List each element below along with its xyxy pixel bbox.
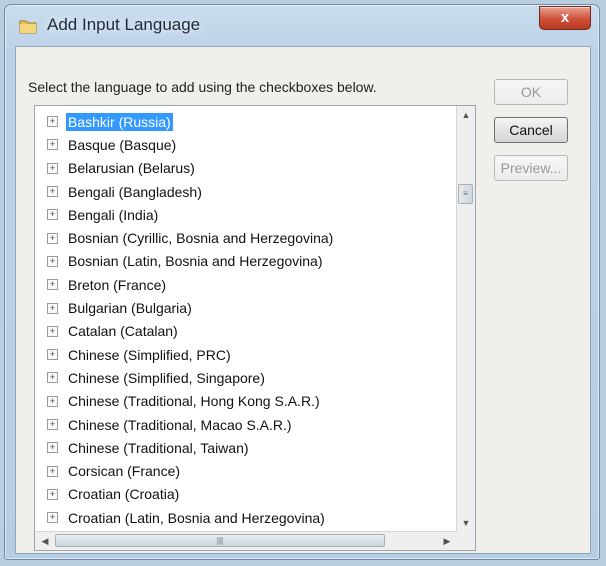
expand-icon[interactable]: + bbox=[47, 488, 58, 500]
ok-button[interactable]: OK bbox=[494, 79, 568, 105]
expand-icon[interactable]: + bbox=[47, 465, 58, 477]
language-label: Belarusian (Belarus) bbox=[68, 160, 195, 177]
chevron-down-icon[interactable]: ▼ bbox=[457, 514, 475, 532]
language-item[interactable]: + Bengali (India) bbox=[35, 203, 457, 226]
dialog-window: Add Input Language x Select the language… bbox=[4, 4, 600, 560]
language-label: Bashkir (Russia) bbox=[66, 112, 173, 131]
language-label: Chinese (Simplified, PRC) bbox=[68, 346, 231, 363]
language-item[interactable]: + Bulgarian (Bulgaria) bbox=[35, 296, 457, 319]
language-label: Catalan (Catalan) bbox=[68, 323, 178, 340]
language-item[interactable]: + Croatian (Latin, Bosnia and Herzegovina… bbox=[35, 506, 457, 529]
expand-icon[interactable]: + bbox=[47, 349, 58, 361]
language-item[interactable]: + Bengali (Bangladesh) bbox=[35, 180, 457, 203]
language-item[interactable]: + Chinese (Traditional, Macao S.A.R.) bbox=[35, 413, 457, 436]
chevron-left-icon[interactable]: ◀ bbox=[37, 532, 53, 550]
language-label: Breton (France) bbox=[68, 276, 167, 293]
expand-icon[interactable]: + bbox=[47, 279, 58, 291]
window-title: Add Input Language bbox=[47, 15, 201, 34]
language-label: Bulgarian (Bulgaria) bbox=[68, 300, 192, 317]
language-item[interactable]: + Croatian (Croatia) bbox=[35, 483, 457, 506]
instruction-text: Select the language to add using the che… bbox=[28, 79, 377, 95]
chevron-right-icon[interactable]: ▶ bbox=[439, 532, 455, 550]
vertical-scroll-thumb[interactable]: ≡ bbox=[458, 184, 473, 204]
expand-icon[interactable]: + bbox=[47, 419, 58, 430]
expand-icon[interactable]: + bbox=[47, 162, 58, 174]
dialog-client-area: Select the language to add using the che… bbox=[15, 46, 591, 554]
expand-icon[interactable]: + bbox=[47, 372, 58, 384]
language-item[interactable]: + Bosnian (Cyrillic, Bosnia and Herzegovi… bbox=[35, 226, 457, 249]
language-item[interactable]: + Chinese (Simplified, Singapore) bbox=[35, 366, 457, 389]
language-label: Bengali (India) bbox=[68, 206, 159, 223]
expand-icon[interactable]: + bbox=[47, 116, 58, 128]
vertical-scrollbar[interactable]: ▲ ≡ ▼ bbox=[456, 106, 475, 532]
language-label: Chinese (Traditional, Macao S.A.R.) bbox=[68, 416, 292, 433]
language-item[interactable]: + Chinese (Simplified, PRC) bbox=[35, 343, 457, 366]
language-label: Bosnian (Latin, Bosnia and Herzegovina) bbox=[68, 253, 323, 270]
scrollbar-corner bbox=[457, 532, 475, 550]
language-label: Chinese (Simplified, Singapore) bbox=[68, 369, 265, 386]
language-label: Chinese (Traditional, Hong Kong S.A.R.) bbox=[68, 393, 320, 410]
language-label: Croatian (Latin, Bosnia and Herzegovina) bbox=[68, 509, 325, 526]
expand-icon[interactable]: + bbox=[47, 255, 58, 267]
language-item[interactable]: + Basque (Basque) bbox=[35, 133, 457, 156]
folder-icon bbox=[19, 20, 37, 34]
language-item[interactable]: + Bashkir (Russia) bbox=[35, 110, 457, 133]
language-label: Bengali (Bangladesh) bbox=[68, 183, 202, 200]
chevron-up-icon[interactable]: ▲ bbox=[457, 106, 475, 124]
cancel-button[interactable]: Cancel bbox=[494, 117, 568, 143]
expand-icon[interactable]: + bbox=[47, 232, 58, 244]
close-button[interactable]: x bbox=[539, 6, 591, 30]
expand-icon[interactable]: + bbox=[47, 395, 58, 407]
expand-icon[interactable]: + bbox=[47, 442, 58, 454]
language-tree: + Bashkir (Russia) + Basque (Basque) + Belaru… bbox=[35, 110, 457, 529]
language-label: Basque (Basque) bbox=[68, 136, 177, 153]
expand-icon[interactable]: + bbox=[47, 186, 58, 198]
language-label: Croatian (Croatia) bbox=[68, 486, 180, 503]
language-item[interactable]: + Breton (France) bbox=[35, 273, 457, 296]
horizontal-scrollbar[interactable]: ◀ ||| ▶ bbox=[35, 531, 457, 550]
expand-icon[interactable]: + bbox=[47, 325, 58, 337]
language-list[interactable]: + Bashkir (Russia) + Basque (Basque) + Belaru… bbox=[34, 105, 476, 551]
preview-button[interactable]: Preview... bbox=[494, 155, 568, 181]
horizontal-scroll-thumb[interactable]: ||| bbox=[55, 534, 385, 547]
language-item[interactable]: + Chinese (Traditional, Hong Kong S.A.R.) bbox=[35, 390, 457, 413]
language-item[interactable]: + Chinese (Traditional, Taiwan) bbox=[35, 436, 457, 459]
expand-icon[interactable]: + bbox=[47, 512, 58, 524]
language-item[interactable]: + Corsican (France) bbox=[35, 459, 457, 482]
language-label: Bosnian (Cyrillic, Bosnia and Herzegovin… bbox=[68, 230, 334, 247]
language-label: Chinese (Traditional, Taiwan) bbox=[68, 439, 249, 456]
language-item[interactable]: + Belarusian (Belarus) bbox=[35, 157, 457, 180]
expand-icon[interactable]: + bbox=[47, 139, 58, 151]
language-item[interactable]: + Catalan (Catalan) bbox=[35, 320, 457, 343]
expand-icon[interactable]: + bbox=[47, 302, 58, 314]
expand-icon[interactable]: + bbox=[47, 209, 58, 221]
language-item[interactable]: + Bosnian (Latin, Bosnia and Herzegovina) bbox=[35, 250, 457, 273]
language-label: Corsican (France) bbox=[68, 463, 181, 480]
